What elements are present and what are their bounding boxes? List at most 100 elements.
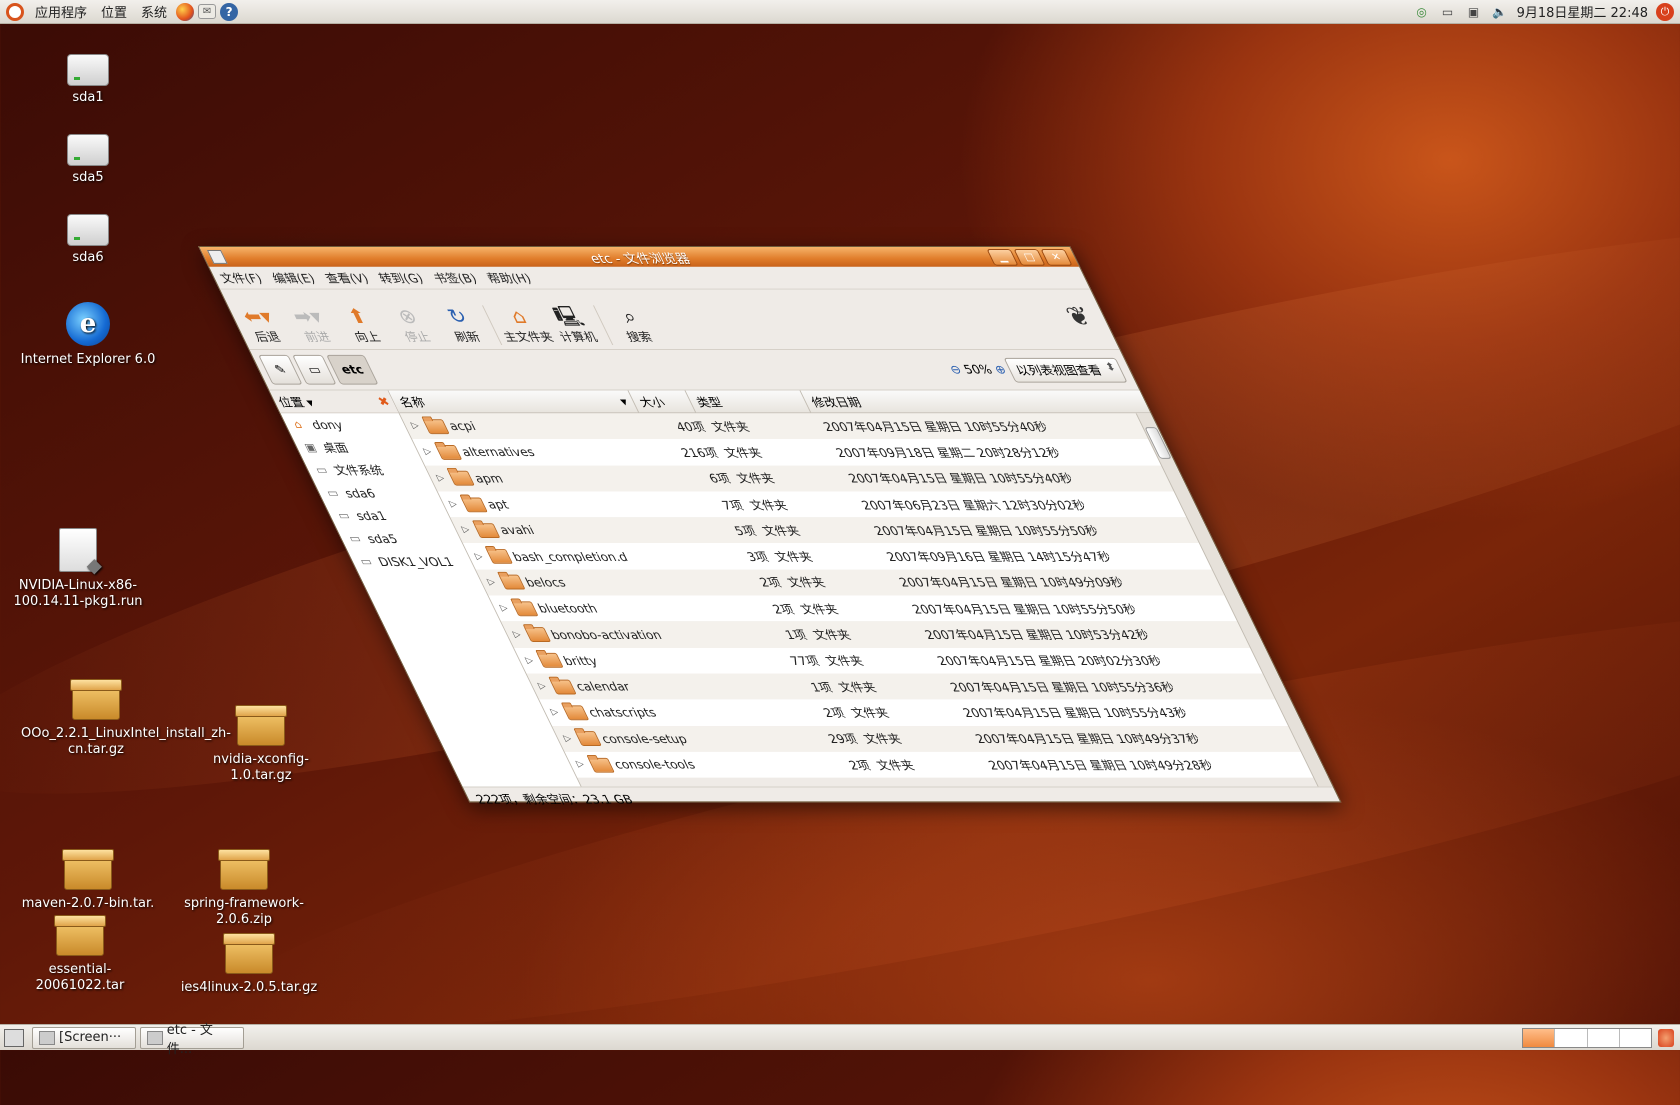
file-name: apt — [484, 497, 512, 512]
place-sda6[interactable]: ▭ sda6 — [314, 482, 443, 505]
column-name[interactable]: 名称 ▾ — [388, 390, 640, 413]
clock[interactable]: 9月18日星期二 22:48 — [1517, 2, 1648, 21]
mail-launcher-icon[interactable]: ✉ — [198, 4, 217, 19]
side-pane-close-icon[interactable]: ✖ — [375, 395, 392, 409]
workspace-3[interactable] — [1588, 1028, 1620, 1047]
drive-icon: ▭ — [324, 486, 342, 500]
home-folder-icon: ⌂ — [506, 304, 531, 329]
help-launcher-icon[interactable]: ? — [220, 2, 239, 21]
expander-triangle-icon[interactable]: ▷ — [486, 578, 501, 588]
desktop-icon-sda5[interactable]: sda5 — [13, 134, 163, 186]
file-type: 文件夹 — [746, 497, 790, 512]
disc-icon: ▭ — [357, 554, 375, 568]
table-row[interactable]: ▷ belocs 2项 文件夹 2007年04月15日 星期日 10时49分09秒 — [475, 569, 1240, 596]
table-row[interactable]: ▷ console-tools 2项 文件夹 2007年04月15日 星期日 10时49… — [564, 751, 1329, 778]
column-type[interactable]: 类型 — [685, 390, 812, 413]
workspace-switcher[interactable] — [1522, 1027, 1652, 1048]
table-row[interactable]: ▷ calendar 1项 文件夹 2007年04月15日 星期日 10时55分36秒 — [526, 673, 1291, 700]
view-mode-select[interactable]: 以列表视图查看 — [1003, 357, 1128, 383]
expander-triangle-icon[interactable]: ▷ — [422, 447, 437, 457]
expander-triangle-icon[interactable]: ▷ — [435, 473, 450, 483]
table-row[interactable]: ▷ console-setup 29项 文件夹 2007年04月15日 星期日 10时4… — [551, 725, 1316, 752]
expander-triangle-icon[interactable]: ▷ — [460, 526, 475, 536]
table-row[interactable]: ▷ alternatives 216项 文件夹 2007年09月18日 星期二 20时2… — [412, 439, 1176, 466]
zoom-level[interactable]: 50% — [961, 363, 994, 377]
drive-icon: ▭ — [335, 509, 353, 523]
desktop-icon-nvidia-run[interactable]: NVIDIA-Linux-x86-100.14.11-pkg1.run — [3, 528, 153, 610]
column-date[interactable]: 修改日期 — [800, 391, 1150, 413]
place-sda1[interactable]: ▭ sda1 — [325, 504, 454, 527]
table-row[interactable]: ▷ bash_completion.d 3项 文件夹 2007年09月16日 星期日 1… — [463, 543, 1227, 570]
workspace-1[interactable] — [1523, 1028, 1556, 1047]
keyboard-icon[interactable]: ▭ — [1439, 4, 1457, 20]
expander-triangle-icon[interactable]: ▷ — [549, 708, 564, 718]
menu-edit[interactable]: 编辑(E) — [263, 269, 324, 286]
table-row[interactable]: ▷ apt 7项 文件夹 2007年06月23日 星期六 12时30分02秒 — [437, 491, 1202, 518]
window-titlebar[interactable]: etc - 文件浏览器 ▁ □ ✕ — [199, 246, 1080, 267]
file-name: console-setup — [598, 731, 690, 746]
expander-triangle-icon[interactable]: ▷ — [511, 630, 526, 640]
desktop-icon-internet-explorer[interactable]: e Internet Explorer 6.0 — [13, 302, 163, 368]
desktop-icon-nvidia-xconfig[interactable]: nvidia-xconfig-1.0.tar.gz — [186, 705, 336, 784]
firefox-launcher-icon[interactable] — [176, 2, 195, 21]
place-label: dony — [308, 417, 346, 432]
menu-system[interactable]: 系统 — [134, 2, 174, 21]
trash-icon[interactable] — [1658, 1028, 1674, 1047]
desktop-icon-sda6[interactable]: sda6 — [13, 214, 163, 266]
table-row[interactable]: ▷ avahi 5项 文件夹 2007年04月15日 星期日 10时55分50秒 — [450, 517, 1215, 544]
desktop-icon-sda1[interactable]: sda1 — [13, 54, 163, 106]
drive-icon — [67, 54, 109, 86]
menu-bookmarks[interactable]: 书签(B) — [424, 269, 486, 286]
file-name: avahi — [497, 523, 537, 538]
show-desktop-icon[interactable] — [4, 1028, 24, 1047]
side-pane-selector[interactable]: 位置 ▾ — [275, 393, 317, 410]
expander-triangle-icon[interactable]: ▷ — [410, 421, 425, 431]
menu-help[interactable]: 帮助(H) — [477, 269, 540, 286]
expander-triangle-icon[interactable]: ▷ — [575, 760, 590, 770]
column-size[interactable]: 大小 — [628, 390, 697, 413]
table-row[interactable]: ▷ apm 6项 文件夹 2007年04月15日 星期日 10时55分40秒 — [424, 465, 1189, 492]
place-desktop[interactable]: ▣ 桌面 — [292, 436, 421, 459]
expander-triangle-icon[interactable]: ▷ — [473, 552, 488, 562]
table-row[interactable]: ▷ bonobo-activation 1项 文件夹 2007年04月15日 星期日 1… — [501, 621, 1265, 648]
menu-go[interactable]: 转到(G) — [369, 269, 432, 286]
table-row[interactable]: ▷ bluetooth 2项 文件夹 2007年04月15日 星期日 10时55分50秒 — [488, 595, 1253, 622]
volume-icon[interactable]: 🔈 — [1491, 4, 1509, 20]
taskbar-button-screenshot[interactable]: [Screen··· — [32, 1026, 136, 1049]
workspace-2[interactable] — [1555, 1028, 1588, 1047]
expander-triangle-icon[interactable]: ▷ — [498, 604, 513, 614]
table-row[interactable]: ▷ chatscripts 2项 文件夹 2007年04月15日 星期日 10时55分4… — [539, 699, 1303, 726]
file-type: 文件夹 — [708, 419, 752, 434]
place-home[interactable]: ⌂ dony — [281, 413, 410, 436]
menu-places[interactable]: 位置 — [94, 2, 134, 21]
menu-applications[interactable]: 应用程序 — [28, 2, 94, 21]
expander-triangle-icon[interactable]: ▷ — [524, 656, 539, 666]
archive-icon — [218, 849, 270, 890]
desktop-icon-ies4linux[interactable]: ies4linux-2.0.5.tar.gz — [174, 933, 324, 996]
expander-triangle-icon[interactable]: ▷ — [562, 734, 577, 744]
network-manager-icon[interactable]: ◎ — [1413, 4, 1431, 20]
place-sda5[interactable]: ▭ sda5 — [336, 527, 465, 550]
desktop-icon-maven[interactable]: maven-2.0.7-bin.tar. — [13, 849, 163, 912]
ubuntu-logo-icon[interactable] — [6, 2, 24, 21]
desktop-icon-essential[interactable]: essential-20061022.tar — [5, 915, 155, 994]
file-date: 2007年04月15日 星期日 10时55分36秒 — [947, 680, 1178, 695]
file-date: 2007年09月16日 星期日 14时15分47秒 — [884, 550, 1114, 564]
menu-view[interactable]: 查看(V) — [316, 269, 378, 286]
workspace-4[interactable] — [1620, 1029, 1651, 1047]
stop-label: 停止 — [402, 330, 433, 345]
monitor-icon[interactable]: ▣ — [1465, 4, 1483, 20]
desktop-icon-spring-framework[interactable]: spring-framework-2.0.6.zip — [169, 849, 319, 928]
place-disk1-vol1[interactable]: ▭ DISK1_VOL1 — [347, 550, 476, 573]
table-row[interactable]: ▷ britty 77项 文件夹 2007年04月15日 星期日 20时02分30秒 — [513, 647, 1278, 674]
taskbar-button-file-browser[interactable]: etc - 文件... — [140, 1023, 244, 1057]
expander-triangle-icon[interactable]: ▷ — [537, 682, 552, 692]
desktop-icon-ooo-archive[interactable]: OOo_2.2.1_LinuxIntel_install_zh-cn.tar.g… — [21, 679, 231, 758]
file-name-cell: ▷ bash_completion.d — [466, 549, 713, 564]
expander-triangle-icon[interactable]: ▷ — [448, 499, 463, 509]
power-icon[interactable]: ⏻ — [1656, 2, 1674, 21]
table-row[interactable]: ▷ acpi 40项 文件夹 2007年04月15日 星期日 10时55分40秒 — [399, 413, 1164, 440]
place-filesystem[interactable]: ▭ 文件系统 — [303, 459, 432, 482]
menu-file[interactable]: 文件(F) — [210, 269, 270, 286]
place-label: 文件系统 — [331, 463, 387, 478]
